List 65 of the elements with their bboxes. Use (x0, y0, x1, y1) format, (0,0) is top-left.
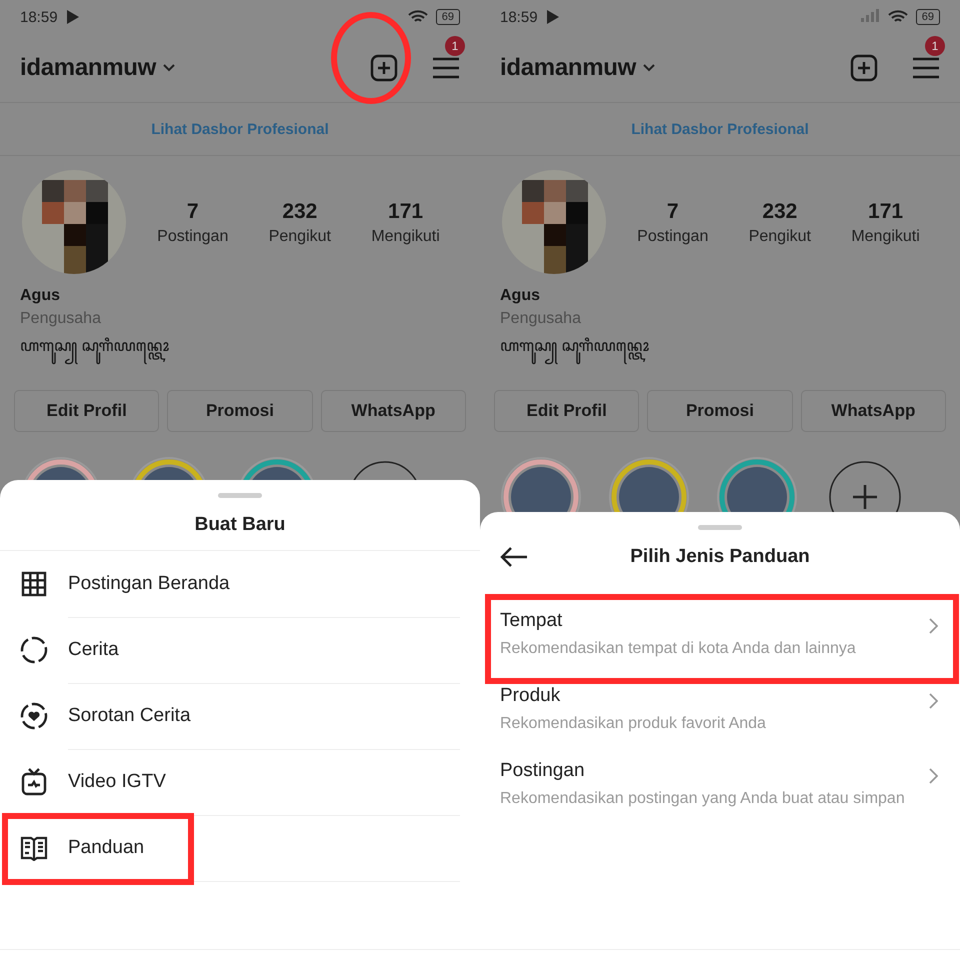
menu-item[interactable]: Cerita (68, 638, 119, 660)
status-time: 18:59 (500, 8, 538, 26)
chevron-down-icon[interactable] (642, 63, 656, 73)
profile-button[interactable]: Edit Profil (494, 390, 640, 432)
guide-type-title[interactable]: Postingan (500, 760, 940, 782)
signal-icon (860, 8, 880, 22)
guide-type-description: Rekomendasikan produk favorit Anda (500, 714, 767, 732)
stat-count[interactable]: 7 (666, 200, 679, 224)
battery-icon: 69 (436, 9, 460, 25)
guide-type-title[interactable]: Produk (500, 684, 940, 706)
profile-button[interactable]: WhatsApp (320, 390, 466, 432)
menu-icon[interactable] (912, 56, 940, 80)
stat-label[interactable]: Postingan (637, 228, 708, 246)
profile-category: Pengusaha (20, 310, 102, 328)
menu-item[interactable]: Panduan (68, 836, 144, 858)
chevron-down-icon[interactable] (162, 63, 176, 73)
profile-button[interactable]: WhatsApp (800, 390, 946, 432)
stat-label[interactable]: Pengikut (748, 228, 811, 246)
heart-circle-icon (20, 702, 48, 730)
menu-item[interactable]: Video IGTV (68, 770, 166, 792)
notification-badge: 1 (925, 36, 945, 56)
stat-count[interactable]: 7 (186, 200, 199, 224)
add-icon[interactable] (850, 54, 878, 82)
tv-icon (21, 768, 47, 796)
guide-type-description: Rekomendasikan postingan yang Anda buat atau simpan (500, 790, 906, 808)
sheet-title: Buat Baru (0, 498, 480, 551)
sheet-title: Pilih Jenis Panduan (629, 546, 811, 568)
profile-category: Pengusaha (500, 310, 582, 328)
play-store-icon (546, 9, 560, 25)
guide-type-title[interactable]: Tempat (500, 610, 940, 632)
menu-item[interactable]: Sorotan Cerita (68, 704, 191, 726)
grid-icon (21, 571, 47, 597)
battery-icon: 69 (916, 9, 940, 25)
drag-handle[interactable] (218, 493, 262, 498)
notification-badge: 1 (445, 36, 465, 56)
menu-icon[interactable] (432, 56, 460, 80)
drag-handle[interactable] (698, 525, 742, 530)
profile-bio: ꦲꦒꦸꦱ꧀ ꦱꦸꦒꦶꦪꦤ꧀ꦠꦺꦴ (500, 333, 940, 366)
stat-count[interactable]: 171 (868, 200, 904, 224)
stat-label[interactable]: Mengikuti (371, 228, 440, 246)
menu-item[interactable]: Postingan Beranda (68, 572, 230, 594)
chevron-right-icon[interactable] (928, 693, 938, 709)
stat-label[interactable]: Pengikut (268, 228, 331, 246)
guide-type-description: Rekomendasikan tempat di kota Anda dan lainnya (500, 640, 857, 658)
play-store-icon (66, 9, 80, 25)
chevron-right-icon[interactable] (928, 618, 938, 634)
stat-label[interactable]: Mengikuti (851, 228, 920, 246)
username[interactable]: idamanmuw (20, 54, 156, 82)
chevron-right-icon[interactable] (928, 768, 938, 784)
profile-name: Agus (20, 287, 61, 305)
profile-button[interactable]: Edit Profil (14, 390, 160, 432)
add-icon[interactable] (370, 54, 398, 82)
status-time: 18:59 (20, 8, 58, 26)
profile-bio: ꦲꦒꦸꦱ꧀ ꦱꦸꦒꦶꦪꦤ꧀ꦠꦺꦴ (20, 333, 460, 366)
stat-label[interactable]: Postingan (157, 228, 228, 246)
profile-button[interactable]: Promosi (167, 390, 313, 432)
book-icon (20, 835, 48, 861)
back-arrow-icon[interactable] (500, 547, 528, 567)
stat-count[interactable]: 232 (762, 200, 798, 224)
stat-count[interactable]: 232 (282, 200, 318, 224)
stat-count[interactable]: 171 (388, 200, 424, 224)
profile-name: Agus (500, 287, 541, 305)
dashed-circle-icon (20, 636, 48, 664)
profile-button[interactable]: Promosi (647, 390, 793, 432)
username[interactable]: idamanmuw (500, 54, 636, 82)
